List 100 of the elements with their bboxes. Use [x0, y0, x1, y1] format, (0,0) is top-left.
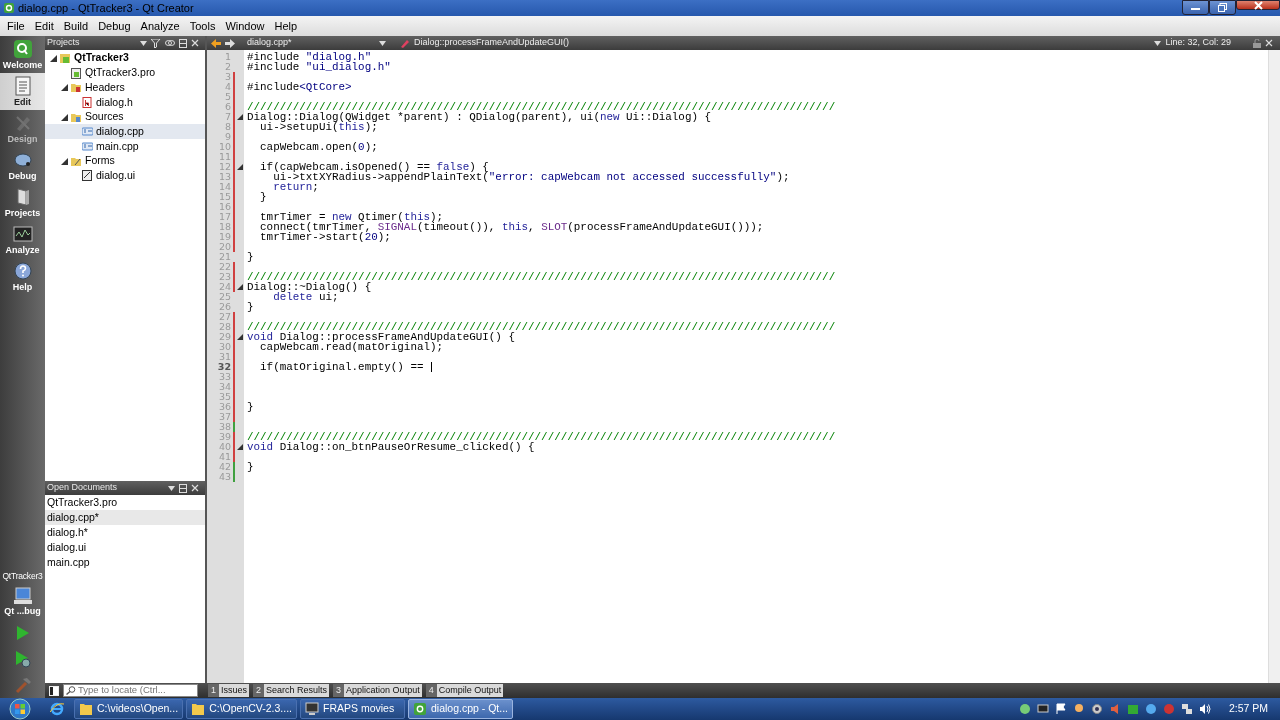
close-icon[interactable] [1265, 39, 1273, 47]
link-icon[interactable] [165, 39, 175, 47]
document-item[interactable]: main.cpp [45, 555, 205, 570]
fold-arrow-icon[interactable] [236, 284, 243, 290]
file-selector[interactable]: dialog.cpp* [247, 36, 375, 50]
line-number: 32 [216, 362, 231, 372]
panel-title: Open Documents [47, 481, 118, 495]
filter-icon[interactable] [151, 38, 161, 48]
dropdown-icon[interactable] [168, 485, 175, 491]
sidebar-toggle-icon[interactable] [49, 685, 59, 696]
line-number: 30 [217, 342, 231, 352]
tree-item[interactable]: Forms [45, 153, 205, 169]
restore-button[interactable] [1209, 0, 1236, 15]
fold-arrow-icon[interactable] [236, 164, 243, 170]
tree-item[interactable]: Headers [45, 80, 205, 96]
line-number: 10 [217, 142, 231, 152]
expanded-arrow-icon[interactable] [60, 157, 68, 165]
line-number: 18 [217, 222, 231, 232]
dropdown-icon[interactable] [140, 40, 147, 46]
fold-arrow-icon[interactable] [236, 444, 243, 450]
mode-tab[interactable]: Analyze [0, 221, 45, 258]
tray-icon[interactable] [1072, 703, 1085, 715]
split-icon[interactable] [179, 483, 187, 493]
code-line: if(capWebcam.isOpened() == false) { [259, 162, 489, 172]
fold-arrow-icon[interactable] [236, 334, 243, 340]
mode-tab[interactable]: Projects [0, 184, 45, 221]
computer-icon [11, 587, 34, 605]
line-number: 21 [217, 252, 231, 262]
document-item[interactable]: dialog.cpp* [45, 510, 205, 525]
mode-tab[interactable]: Help [0, 258, 45, 295]
menu-item[interactable]: Tools [184, 17, 221, 35]
output-tab[interactable]: 4 Compile Output [425, 684, 504, 697]
tray-icon[interactable] [1126, 703, 1139, 715]
line-number: 4 [223, 82, 231, 92]
menu-item[interactable]: File [2, 17, 30, 35]
webcam-icon[interactable] [1090, 703, 1103, 715]
mode-tab[interactable]: Debug [0, 147, 45, 184]
network-icon[interactable] [1180, 703, 1193, 715]
mode-tab[interactable]: Edit [0, 73, 45, 110]
forward-arrow-icon[interactable] [225, 38, 235, 48]
document-item[interactable]: QtTracker3.pro [45, 495, 205, 510]
source-file-icon [82, 126, 93, 138]
display-icon[interactable] [1036, 703, 1049, 715]
tree-item[interactable]: dialog.ui [45, 168, 205, 184]
code-line: } [259, 192, 267, 202]
menu-item[interactable]: Help [269, 17, 303, 35]
tree-item[interactable]: main.cpp [45, 139, 205, 154]
expanded-arrow-icon[interactable] [49, 54, 57, 62]
flag-icon[interactable] [1054, 703, 1067, 715]
dropdown-icon[interactable] [379, 40, 386, 46]
document-item[interactable]: dialog.h* [45, 525, 205, 540]
code-line: Dialog::~Dialog() { [247, 282, 372, 292]
line-number: 37 [217, 412, 231, 422]
locator-field[interactable]: Type to locate (Ctrl... [63, 684, 198, 697]
folder-icon [79, 702, 93, 716]
menu-item[interactable]: Window [220, 17, 270, 35]
code-line: tmrTimer->start(20); [259, 232, 391, 242]
close-icon[interactable] [191, 39, 199, 47]
output-tab[interactable]: 3 Application Output [333, 684, 422, 697]
output-tab[interactable]: 1 Issues [208, 684, 250, 697]
menu-item[interactable]: Debug [93, 17, 136, 35]
volume-icon[interactable] [1198, 703, 1211, 715]
symbol-selector[interactable]: Dialog::processFrameAndUpdateGUI() [414, 36, 570, 50]
scrollbar[interactable] [1268, 50, 1280, 683]
close-icon [1253, 0, 1263, 10]
fold-arrow-icon[interactable] [236, 114, 243, 120]
tree-item[interactable]: Sources [45, 109, 205, 125]
tree-item[interactable]: dialog.h [45, 95, 205, 110]
taskbar-button[interactable]: C:\OpenCV-2.3.... [186, 699, 297, 719]
line-number: 42 [217, 462, 231, 472]
tray-icon[interactable] [1018, 703, 1031, 715]
taskbar-button[interactable]: dialog.cpp - Qt... [408, 699, 514, 719]
minimize-button[interactable] [1182, 0, 1209, 15]
expanded-arrow-icon[interactable] [60, 113, 68, 121]
back-arrow-icon[interactable] [211, 38, 221, 48]
tree-item[interactable]: dialog.cpp [45, 124, 205, 140]
menu-item[interactable]: Build [58, 17, 94, 35]
document-item[interactable]: dialog.ui [45, 540, 205, 555]
folder-icon [71, 155, 82, 167]
tree-item[interactable]: QtTracker3.pro [45, 65, 205, 81]
speaker-icon[interactable] [1108, 703, 1121, 715]
taskbar-button[interactable]: C:\videos\Open... [74, 699, 184, 719]
dropdown-icon[interactable] [1154, 40, 1162, 46]
line-number: 26 [217, 302, 231, 312]
taskbar-button[interactable]: FRAPS movies [300, 699, 405, 719]
line-number: 17 [217, 212, 231, 222]
folder-icon [71, 111, 82, 123]
expanded-arrow-icon[interactable] [60, 84, 68, 92]
output-tab[interactable]: 2 Search Results [253, 684, 330, 697]
close-button[interactable] [1236, 0, 1280, 10]
menu-item[interactable]: Analyze [135, 17, 185, 35]
code-line: tmrTimer = new Qtimer(this); [259, 212, 444, 222]
cursor-position: Line: 32, Col: 29 [1165, 36, 1231, 50]
tree-item[interactable]: QtTracker3 [45, 51, 205, 66]
split-icon[interactable] [179, 38, 187, 48]
mode-tab[interactable]: Welcome [0, 36, 45, 73]
menu-item[interactable]: Edit [29, 17, 59, 35]
globe-icon[interactable] [1144, 703, 1157, 715]
close-icon[interactable] [191, 484, 199, 492]
target-selector[interactable]: Qt ...bug [0, 583, 45, 620]
